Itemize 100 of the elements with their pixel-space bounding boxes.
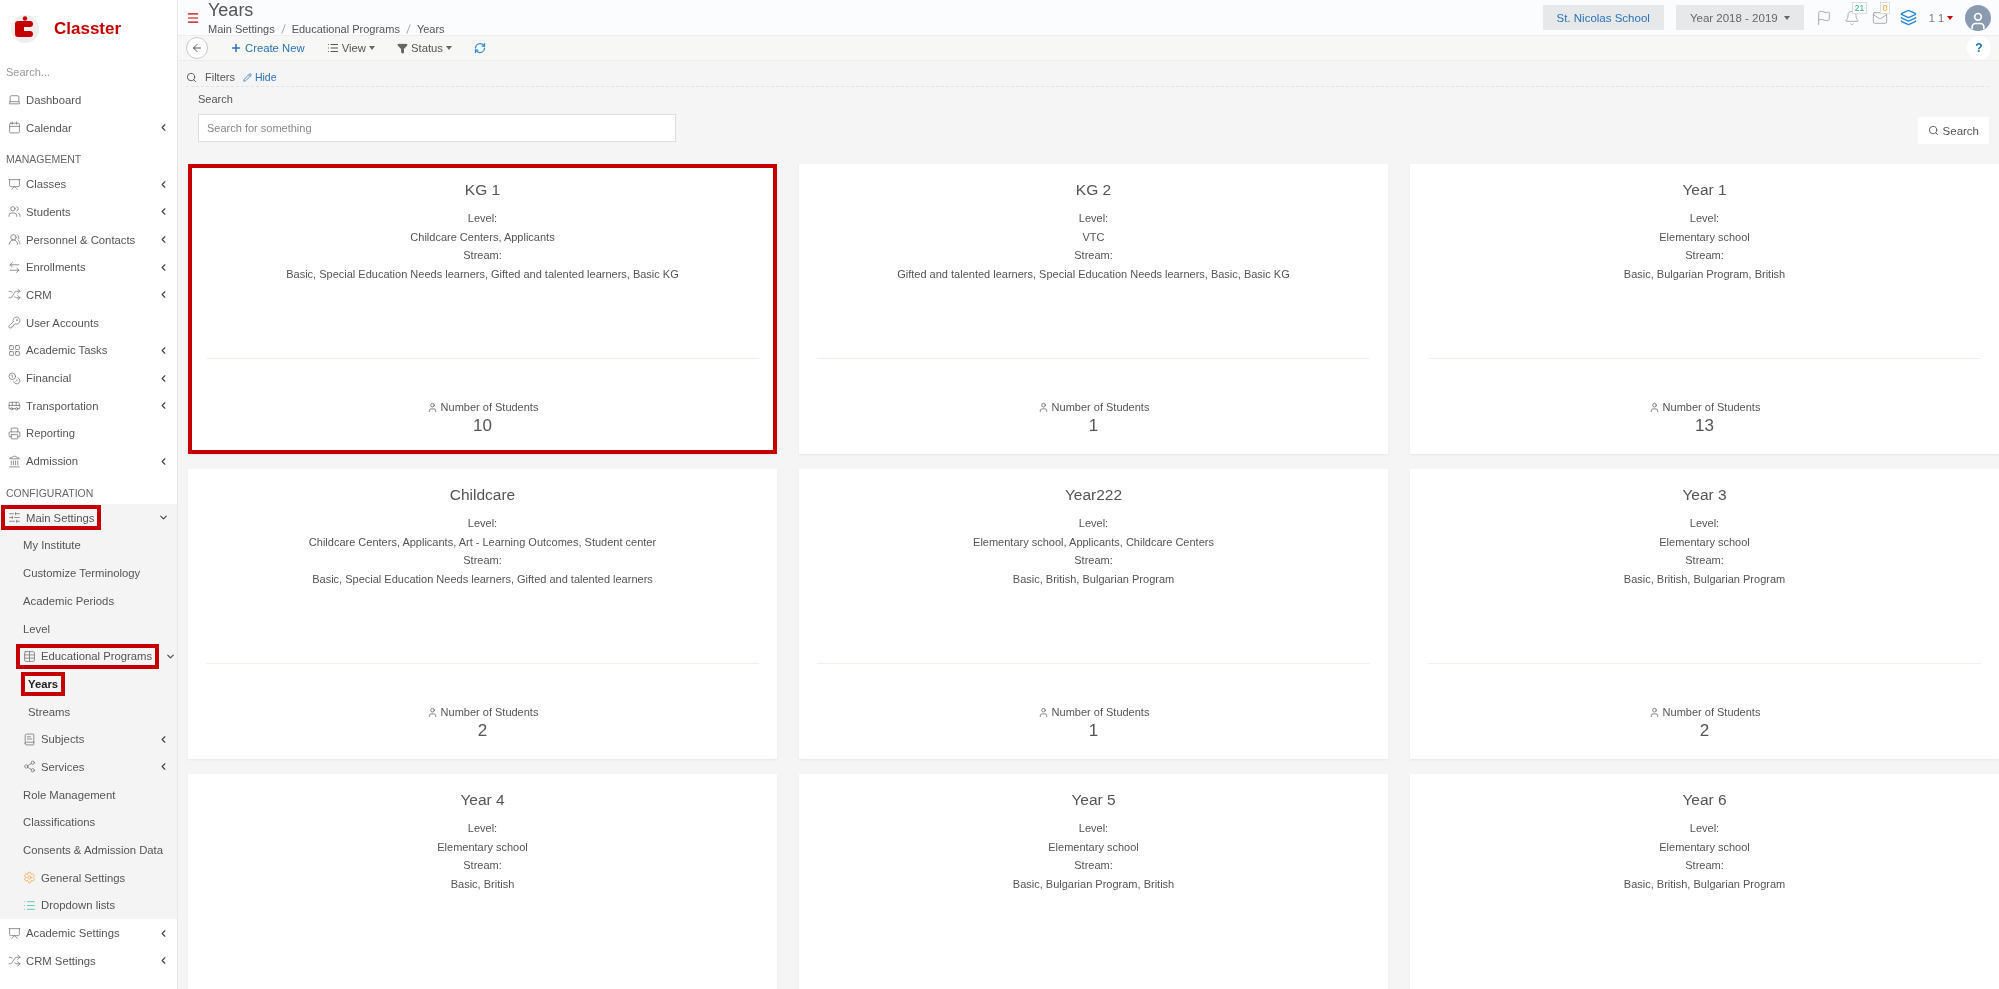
sidebar-item[interactable]: Classes [1,171,74,197]
sidebar-item[interactable]: Reporting [1,420,82,446]
sidebar-item[interactable]: Level [16,616,57,641]
layers-icon[interactable] [1899,9,1917,26]
sidebar-item[interactable]: Consents & Admission Data [16,838,171,863]
level-label: Level: [1078,516,1109,531]
year-card[interactable]: Year 5 Level: Elementary school Stream: Basic, Bulgarian Program, British [799,774,1388,989]
sidebar-item[interactable]: Customize Terminology [16,561,148,586]
sidebar-item[interactable]: Personnel & Contacts [1,227,143,253]
sidebar-item[interactable]: General Settings [16,865,133,891]
card-title: Childcare [449,486,516,504]
year-card[interactable]: Year 4 Level: Elementary school Stream: Basic, British [188,774,777,989]
year-card[interactable]: Year 1 Level: Elementary school Stream: Basic, Bulgarian Program, British Number of Students 13 [1410,164,1999,454]
sidebar-item[interactable]: Years [21,671,66,696]
search-field[interactable]: Search for something [198,113,676,142]
students-label: Number of Students [1051,401,1150,413]
year-card[interactable]: Childcare Level: Childcare Centers, Applicants, Art - Learning Outcomes, Student center Stream: Basic, Special Education Needs learners, Gifted and talented learners Number of Students 2 [188,469,777,759]
menu-item-icon [8,426,21,440]
sidebar-item[interactable]: Academic Settings [1,920,127,946]
sidebar-item[interactable]: Academic Tasks [1,337,115,363]
card-title: Year 1 [1682,181,1727,199]
person-icon [1037,401,1049,413]
status-dropdown[interactable]: Status [396,42,452,54]
level-value: VTC [1082,229,1105,245]
level-label: Level: [467,516,498,531]
menu-item-icon [8,93,21,107]
stream-value: Basic, British, Bulgarian Program [1012,571,1175,587]
breadcrumb-item[interactable]: Main Settings [208,23,275,35]
level-label: Level: [1689,211,1720,226]
brand-name: Classter [54,19,122,39]
stream-label: Stream: [463,248,502,263]
year-card[interactable]: KG 2 Level: VTC Stream: Gifted and talented learners, Special Education Needs learners, Basic, Basic KG Number of Students 1 [799,164,1388,454]
breadcrumb-item[interactable]: Educational Programs [291,23,400,35]
person-icon [1648,706,1660,718]
level-label: Level: [1689,821,1720,836]
person-icon [426,706,438,718]
sidebar-item[interactable]: CRM Settings [1,948,103,974]
year-card[interactable]: Year222 Level: Elementary school, Applicants, Childcare Centers Stream: Basic, British, Bulgarian Program Number of Students 1 [799,469,1388,759]
school-button[interactable]: St. Nicolas School [1542,5,1664,30]
level-label: Level: [1689,516,1720,531]
year-card[interactable]: Year 3 Level: Elementary school Stream: Basic, British, Bulgarian Program Number of Students 2 [1410,469,1999,759]
sidebar-item[interactable]: Streams [21,699,78,724]
search-icon [1927,125,1939,136]
sidebar-item[interactable]: Role Management [16,782,123,807]
menu-item-icon [23,732,36,746]
year-card[interactable]: Year 6 Level: Elementary school Stream: Basic, British, Bulgarian Program [1410,774,1999,989]
refresh-icon[interactable] [474,42,486,54]
view-dropdown[interactable]: View [326,42,375,54]
search-button[interactable]: Search [1917,117,1989,144]
create-new-button[interactable]: Create New [230,42,305,54]
sidebar-item[interactable]: Dropdown lists [16,892,123,918]
student-count: 2 [477,721,488,741]
menu-item-icon [23,760,36,774]
plus-icon [230,42,242,54]
menu-item-icon [8,343,21,357]
sidebar-item[interactable]: User Accounts [1,310,106,336]
user-name[interactable]: 1 1 [1928,11,1953,24]
student-count: 10 [473,416,492,436]
sidebar-item[interactable]: Subjects [16,726,92,752]
level-value: Childcare Centers, Applicants [410,229,555,245]
hide-link[interactable]: Hide [242,71,277,83]
menu-item-icon [8,454,21,468]
sidebar-item[interactable]: Financial [1,365,79,391]
stream-value: Basic, Special Education Needs learners, Gifted and talented learners, Basic KG [286,266,679,282]
sidebar-item[interactable]: Dashboard [1,87,89,113]
sidebar-item[interactable]: Educational Programs [16,643,160,669]
sidebar-item[interactable]: Main Settings [1,505,102,531]
sidebar-item[interactable]: CRM [1,282,59,308]
student-count: 2 [1699,721,1710,741]
menu-item-icon [8,288,21,302]
level-value: Elementary school [1659,229,1750,245]
menu-item-icon [23,649,36,663]
students-label: Number of Students [1662,401,1761,413]
search-label: Search [198,93,234,105]
sidebar-item[interactable]: Admission [1,448,86,474]
sidebar-item[interactable]: Classifications [16,810,103,835]
sidebar-item[interactable]: My Institute [16,533,88,558]
level-label: Level: [1078,211,1109,226]
menu-item-icon [8,205,21,219]
students-label: Number of Students [1662,706,1761,718]
sidebar-item[interactable]: Academic Periods [16,588,122,613]
sidebar-item[interactable]: Transportation [1,393,106,419]
sidebar-item[interactable]: Enrollments [1,254,93,280]
stream-label: Stream: [463,858,502,873]
sidebar-item[interactable]: Services [16,754,92,780]
sidebar-heading: CONFIGURATION [5,485,95,501]
help-button[interactable]: ? [1967,36,1991,60]
sidebar-item[interactable]: Calendar [1,115,79,141]
year-card[interactable]: KG 1 Level: Childcare Centers, Applicants Stream: Basic, Special Education Needs learners, Gifted and talented learners, Basic KG Number of Students 10 [188,164,777,454]
menu-item-icon [8,260,21,274]
sidebar-item[interactable]: Students [1,199,78,225]
pencil-icon [242,72,252,82]
breadcrumb-item: Years [416,23,445,35]
avatar[interactable] [1965,4,1991,31]
sidebar-search-field[interactable]: Search... [0,58,177,86]
menu-icon[interactable] [186,10,200,25]
year-dropdown[interactable]: Year 2018 - 2019 [1675,5,1804,30]
stream-value: Basic, British, Bulgarian Program [1623,876,1786,892]
level-value: Elementary school [1048,839,1139,855]
menu-item-icon [8,926,21,940]
